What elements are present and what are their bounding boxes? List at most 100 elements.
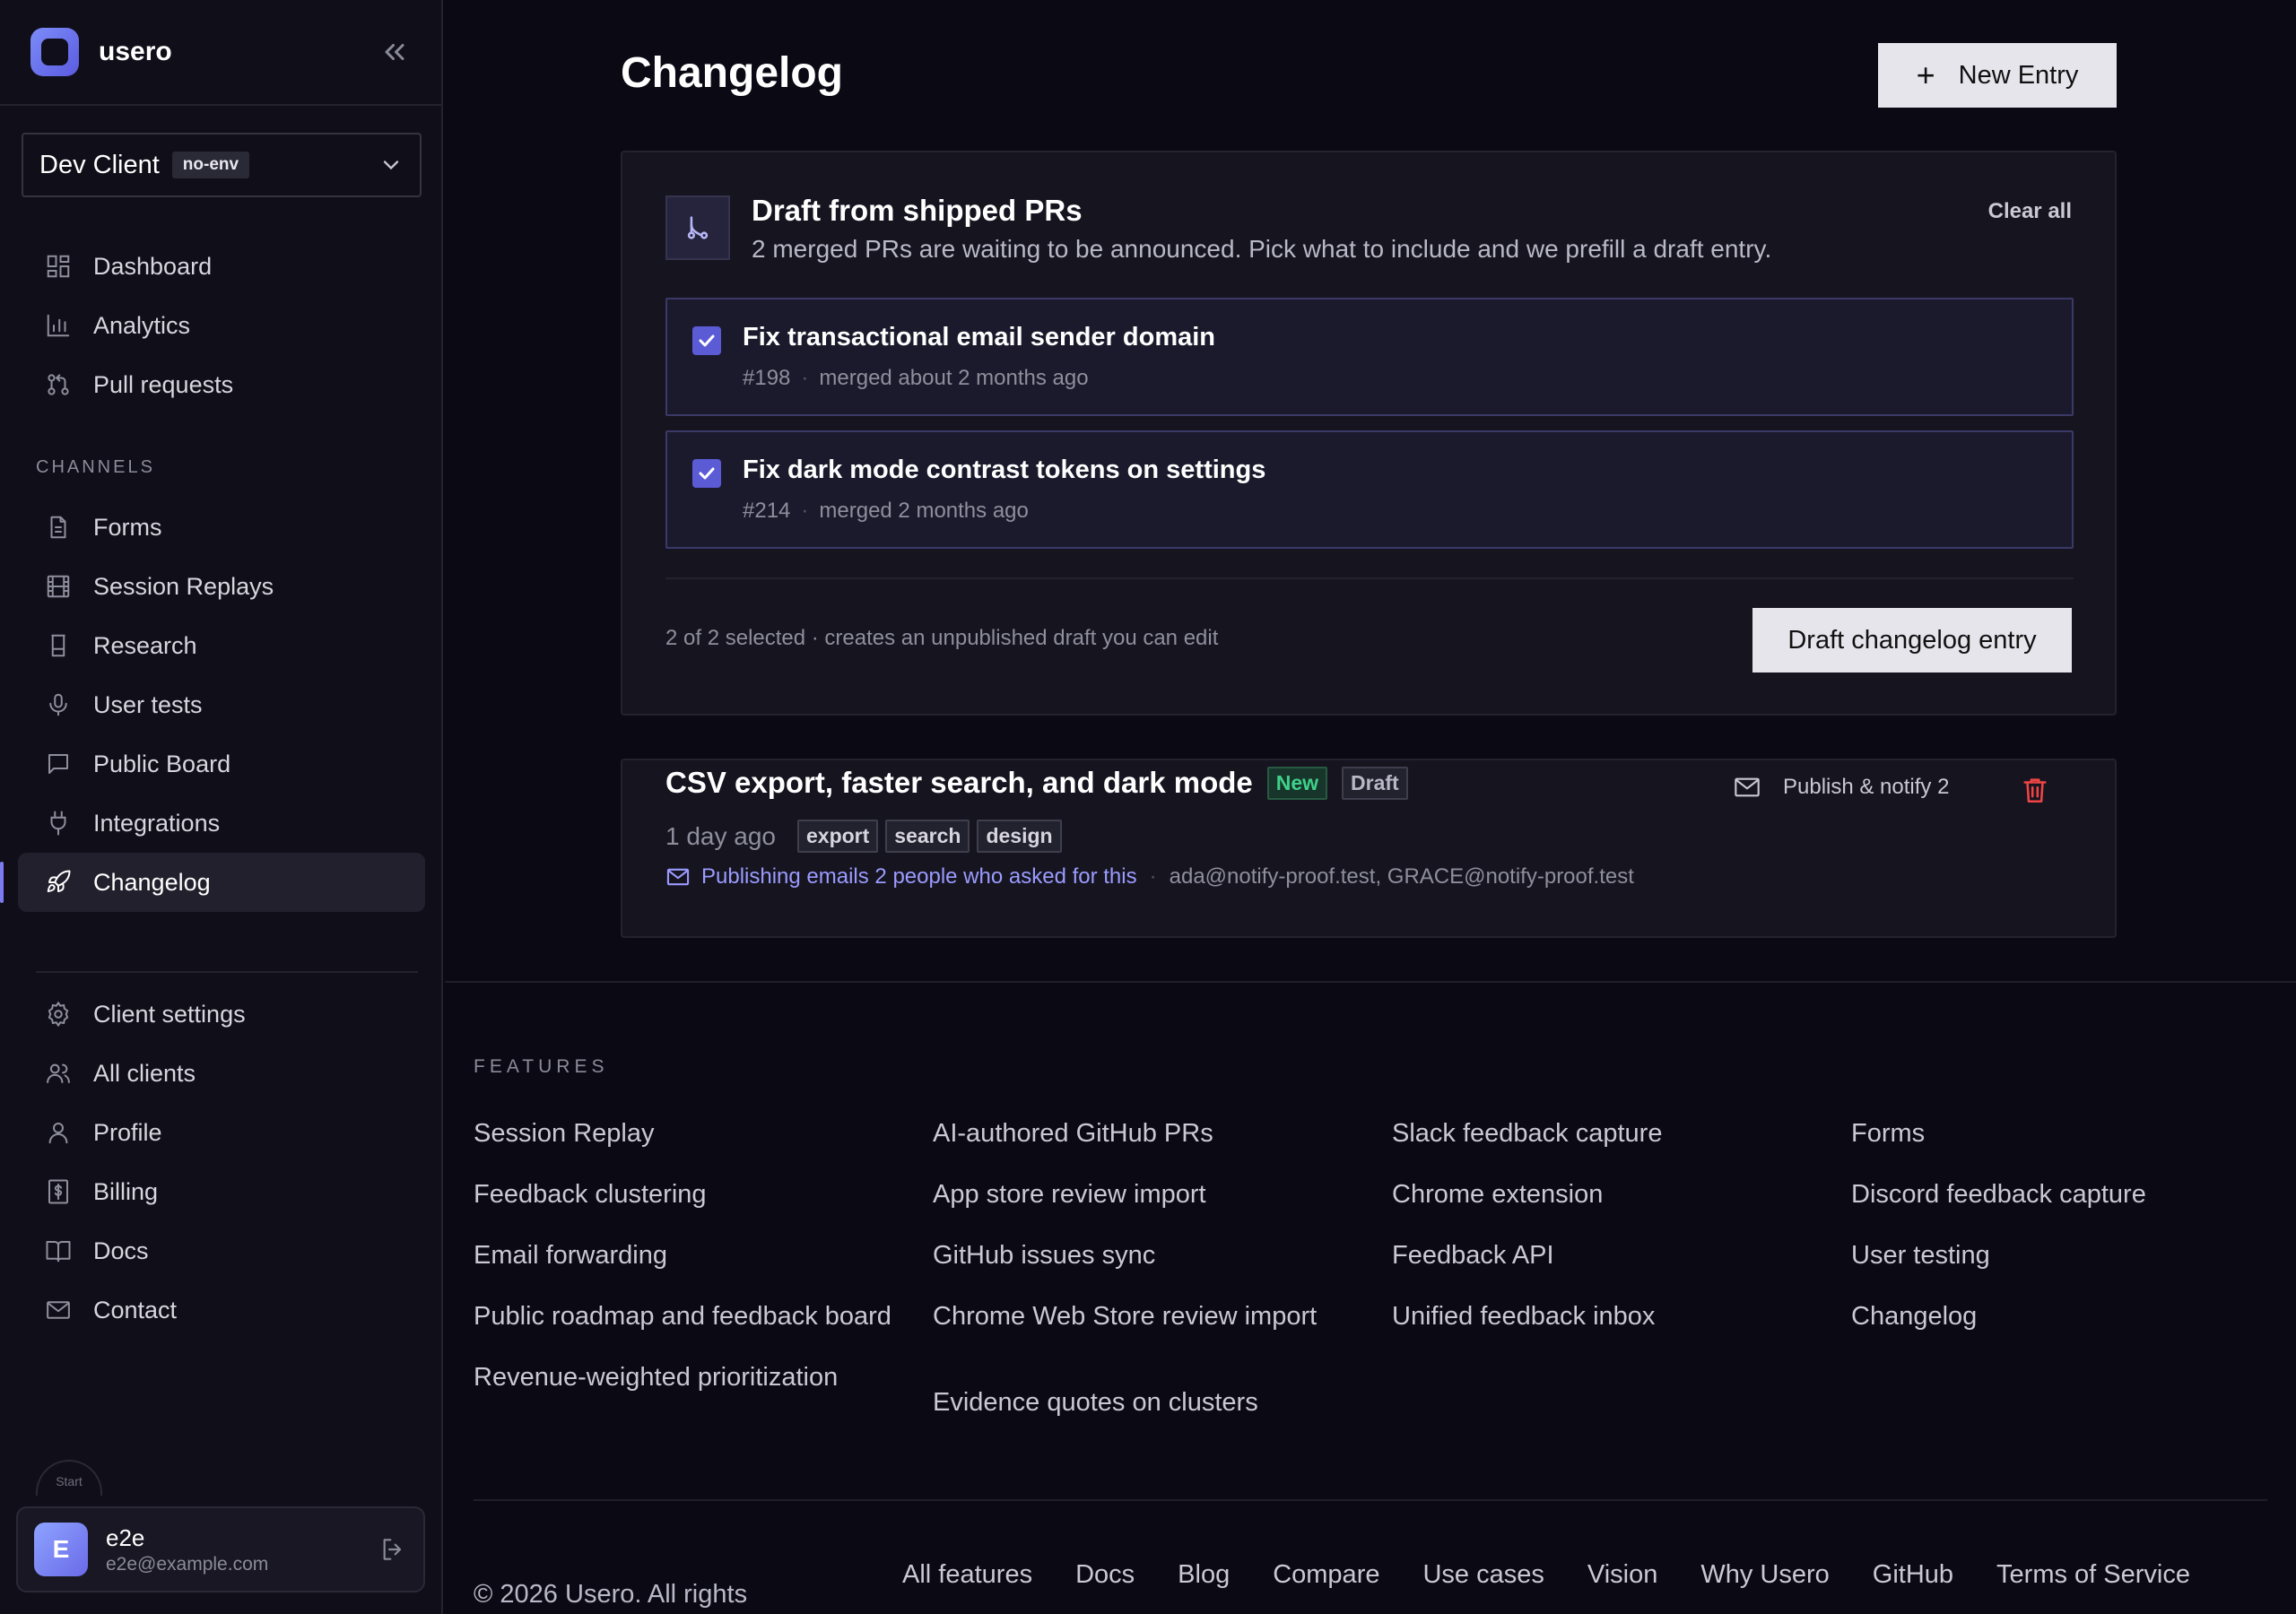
feature-link[interactable]: Discord feedback capture xyxy=(1851,1173,2273,1216)
film-icon xyxy=(47,575,70,598)
nav-label: Pull requests xyxy=(93,370,234,398)
feature-link[interactable]: Chrome extension xyxy=(1392,1173,1813,1216)
nav-label: Analytics xyxy=(93,311,191,339)
feature-link[interactable]: User testing xyxy=(1851,1234,2273,1277)
draft-changelog-entry-button[interactable]: Draft changelog entry xyxy=(1752,608,2072,672)
sidebar-divider xyxy=(36,971,418,973)
gear-icon xyxy=(48,1001,69,1028)
nav-item-user-tests[interactable]: User tests xyxy=(18,675,425,734)
separator-dot: · xyxy=(801,366,809,390)
features-label: FEATURES xyxy=(474,1056,609,1077)
footer-link-github[interactable]: GitHub xyxy=(1873,1560,1953,1590)
book-icon xyxy=(46,1241,71,1263)
pull-request-icon xyxy=(48,374,69,395)
plus-icon: + xyxy=(1916,56,1935,93)
footer-link-blog[interactable]: Blog xyxy=(1178,1560,1230,1590)
feature-link[interactable]: Forms xyxy=(1851,1112,2273,1155)
feature-link[interactable]: Revenue-weighted prioritization xyxy=(474,1356,895,1399)
feature-link[interactable]: Feedback API xyxy=(1392,1234,1813,1277)
nav-item-pull-requests[interactable]: Pull requests xyxy=(18,355,425,414)
nav-item-client-settings[interactable]: Client settings xyxy=(18,985,425,1044)
feature-link[interactable]: Email forwarding xyxy=(474,1234,895,1277)
nav-item-session-replays[interactable]: Session Replays xyxy=(18,557,425,616)
footer-link-all-features[interactable]: All features xyxy=(902,1560,1032,1590)
feature-link[interactable]: Evidence quotes on clusters xyxy=(933,1381,1354,1424)
client-selector[interactable]: Dev Client no-env xyxy=(22,133,422,197)
nav-item-docs[interactable]: Docs xyxy=(18,1221,425,1280)
feature-link[interactable]: Public roadmap and feedback board xyxy=(474,1295,895,1338)
feature-link[interactable]: AI-authored GitHub PRs xyxy=(933,1112,1354,1155)
nav-label: Client settings xyxy=(93,1000,246,1028)
mail-icon xyxy=(666,868,690,886)
nav-item-integrations[interactable]: Integrations xyxy=(18,794,425,853)
nav-label: Profile xyxy=(93,1118,162,1146)
pull-request-icon xyxy=(665,195,730,260)
nav-item-forms[interactable]: Forms xyxy=(18,498,425,557)
user-meta: e2e e2e@example.com xyxy=(106,1524,268,1575)
publish-notify-button[interactable]: Publish & notify 2 xyxy=(1733,773,1949,802)
nav-label: Session Replays xyxy=(93,572,274,600)
feature-link[interactable]: Chrome Web Store review import xyxy=(933,1295,1354,1338)
pr-item[interactable]: Fix dark mode contrast tokens on setting… xyxy=(665,430,2074,549)
rocket-icon xyxy=(47,870,71,892)
brand-name: usero xyxy=(99,37,172,66)
secondary-nav: Client settings All clients Profile Bill… xyxy=(18,985,425,1340)
user-name: e2e xyxy=(106,1523,145,1551)
chevron-down-icon xyxy=(383,161,399,170)
feature-link[interactable]: Feedback clustering xyxy=(474,1173,895,1216)
feature-link[interactable]: Changelog xyxy=(1851,1295,2273,1338)
pr-merged-time: merged about 2 months ago xyxy=(819,366,1089,390)
logout-icon[interactable] xyxy=(378,1535,407,1564)
clear-all-button[interactable]: Clear all xyxy=(1988,199,2072,224)
feature-link[interactable]: App store review import xyxy=(933,1173,1354,1216)
pr-item[interactable]: Fix transactional email sender domain #1… xyxy=(665,298,2074,416)
nav-item-research[interactable]: Research xyxy=(18,616,425,675)
publishing-emails-link[interactable]: Publishing emails 2 people who asked for… xyxy=(701,864,1137,889)
feature-link[interactable]: Slack feedback capture xyxy=(1392,1112,1813,1155)
nav-item-analytics[interactable]: Analytics xyxy=(18,296,425,355)
client-name: Dev Client xyxy=(39,150,160,179)
feature-link[interactable]: Session Replay xyxy=(474,1112,895,1155)
feature-link[interactable]: GitHub issues sync xyxy=(933,1234,1354,1277)
footer-link-why-usero[interactable]: Why Usero xyxy=(1700,1560,1829,1590)
nav-item-billing[interactable]: Billing xyxy=(18,1162,425,1221)
sidebar: usero Dev Client no-env Dashboard Analyt… xyxy=(0,0,443,1614)
avatar: E xyxy=(34,1523,88,1576)
start-chip[interactable]: Start xyxy=(36,1460,102,1496)
nav-item-changelog[interactable]: Changelog xyxy=(0,853,425,912)
nav-item-contact[interactable]: Contact xyxy=(18,1280,425,1340)
copyright: © 2026 Usero. All rights xyxy=(474,1580,748,1609)
trash-icon[interactable] xyxy=(2020,775,2050,805)
new-entry-button[interactable]: + New Entry xyxy=(1878,43,2117,108)
message-square-icon xyxy=(48,754,68,774)
page-title: Changelog xyxy=(621,49,843,97)
footer-links: All features Docs Blog Compare Use cases… xyxy=(902,1560,2233,1590)
footer-link-terms[interactable]: Terms of Service xyxy=(1996,1560,2190,1590)
usero-logo xyxy=(30,28,79,76)
checkmark-icon xyxy=(699,467,715,480)
pr-checkbox[interactable] xyxy=(692,326,721,355)
feature-link[interactable]: Unified feedback inbox xyxy=(1392,1295,1813,1338)
user-card[interactable]: E e2e e2e@example.com xyxy=(16,1506,425,1592)
new-badge: New xyxy=(1266,766,1328,800)
footer-link-vision[interactable]: Vision xyxy=(1587,1560,1657,1590)
pr-number: #198 xyxy=(743,366,791,390)
entry-tags: export search design xyxy=(783,820,1062,853)
footer-link-compare[interactable]: Compare xyxy=(1273,1560,1379,1590)
footer-link-use-cases[interactable]: Use cases xyxy=(1422,1560,1544,1590)
nav-item-all-clients[interactable]: All clients xyxy=(18,1044,425,1103)
draft-from-prs-panel: Draft from shipped PRs 2 merged PRs are … xyxy=(621,151,2117,716)
pr-meta: #214 · merged 2 months ago xyxy=(743,499,1029,524)
nav-item-profile[interactable]: Profile xyxy=(18,1103,425,1162)
features-column-3: Slack feedback capture Chrome extension … xyxy=(1392,1112,1813,1356)
footer-link-docs[interactable]: Docs xyxy=(1075,1560,1135,1590)
nav-item-dashboard[interactable]: Dashboard xyxy=(18,237,425,296)
new-entry-label: New Entry xyxy=(1958,60,2079,90)
collapse-sidebar-icon[interactable] xyxy=(378,36,411,68)
nav-item-public-board[interactable]: Public Board xyxy=(18,734,425,794)
draft-panel-title: Draft from shipped PRs xyxy=(752,194,1083,227)
channels-section-label: CHANNELS xyxy=(36,457,155,477)
changelog-entry-card[interactable]: CSV export, faster search, and dark mode… xyxy=(621,759,2117,938)
pr-checkbox[interactable] xyxy=(692,459,721,488)
plug-icon xyxy=(50,811,66,836)
